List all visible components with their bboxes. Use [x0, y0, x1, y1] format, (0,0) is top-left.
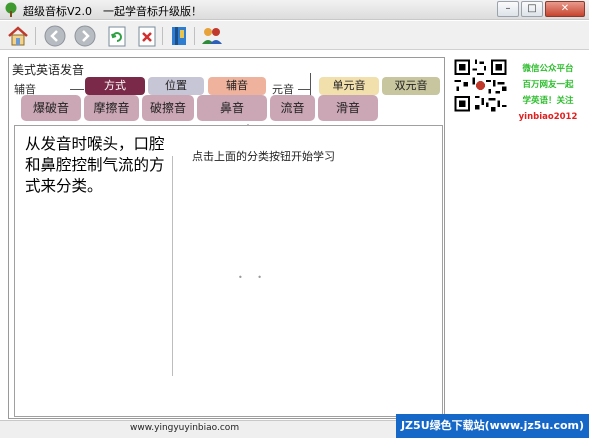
description-text: 从发音时喉头，口腔和鼻腔控制气流的方式来分类。: [25, 135, 165, 195]
tab-consonant[interactable]: 辅音: [208, 77, 266, 95]
title-bar: 超级音标V2.0 一起学音标升级版！ – □ ✕: [0, 0, 589, 20]
tab-monophthong[interactable]: 单元音: [319, 77, 379, 95]
content-area: 从发音时喉头，口腔和鼻腔控制气流的方式来分类。 点击上面的分类按钮开始学习 • …: [14, 125, 443, 417]
toolbar-separator: [194, 27, 195, 45]
home-icon[interactable]: [6, 24, 30, 48]
tab-diphthong[interactable]: 双元音: [382, 77, 440, 95]
refresh-icon[interactable]: [105, 24, 129, 48]
promo-line: 微信公众平台: [522, 64, 574, 74]
users-icon[interactable]: [200, 24, 224, 48]
glide-button[interactable]: 滑音: [318, 95, 378, 121]
promo-line: 百万网友一起: [522, 80, 574, 90]
qr-code: [452, 57, 509, 114]
connector-line: [70, 89, 84, 90]
fricative-button[interactable]: 摩擦音: [84, 95, 139, 121]
tab-position[interactable]: 位置: [148, 77, 204, 95]
promo-text: 微信公众平台 百万网友一起 学英语！关注 yinbiao2012: [516, 61, 580, 125]
close-button[interactable]: ✕: [545, 1, 585, 17]
nasal-button[interactable]: 鼻音: [197, 95, 267, 121]
minimize-button[interactable]: –: [497, 1, 519, 17]
tree-app-icon: [5, 2, 17, 17]
promo-line: 学英语！关注: [522, 96, 574, 106]
section-title: 美式英语发音: [12, 63, 85, 77]
hint-text: 点击上面的分类按钮开始学习: [192, 150, 335, 163]
delete-icon[interactable]: [135, 24, 159, 48]
forward-icon[interactable]: [73, 24, 97, 48]
window-title: 超级音标V2.0 一起学音标升级版！: [23, 5, 203, 18]
watermark-banner: JZ5U绿色下载站(www.jz5u.com): [396, 414, 589, 438]
content-divider: [172, 156, 173, 376]
liquid-button[interactable]: 流音: [270, 95, 315, 121]
affricate-button[interactable]: 破擦音: [142, 95, 194, 121]
book-icon[interactable]: [167, 24, 191, 48]
maximize-button[interactable]: □: [521, 1, 543, 17]
promo-line: yinbiao2012: [518, 112, 578, 122]
plosive-button[interactable]: 爆破音: [21, 95, 81, 121]
toolbar-separator: [162, 27, 163, 45]
status-url: www.yingyuyinbiao.com: [130, 423, 240, 433]
toolbar-separator: [35, 27, 36, 45]
tab-manner[interactable]: 方式: [85, 77, 145, 95]
toolbar: [0, 21, 589, 50]
connector-line: [298, 89, 310, 90]
loading-dots: • •: [238, 273, 268, 282]
back-icon[interactable]: [43, 24, 67, 48]
